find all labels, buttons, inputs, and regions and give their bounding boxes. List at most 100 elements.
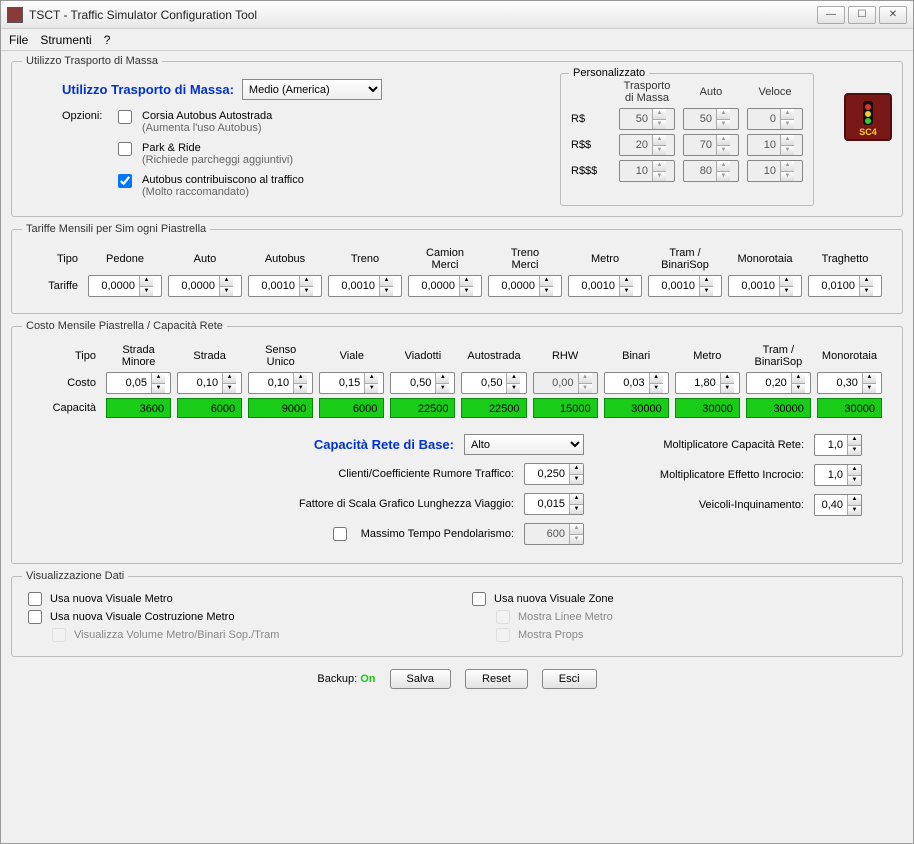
cost-spinner-0[interactable]: ▲▼ xyxy=(106,372,171,394)
cost-col: SensoUnico xyxy=(248,344,313,368)
fares-tariffe: Tariffe xyxy=(32,280,82,292)
viz-metro-build[interactable]: Usa nuova Visuale Costruzione Metro xyxy=(28,610,442,624)
fare-spinner-2[interactable]: ▲▼ xyxy=(248,275,322,297)
group-fares: Tariffe Mensili per Sim ogni Piastrella … xyxy=(11,223,903,314)
custom-r3-auto[interactable]: ▲▼ xyxy=(683,160,739,182)
backup-label: Backup: xyxy=(317,673,357,685)
cost-spinner-1[interactable]: ▲▼ xyxy=(177,372,242,394)
legend-viz: Visualizzazione Dati xyxy=(22,570,128,582)
cost-col: RHW xyxy=(533,350,598,362)
app-icon xyxy=(7,7,23,23)
cost-spinner-5[interactable]: ▲▼ xyxy=(461,372,526,394)
mult-intersection-label: Moltiplicatore Effetto Incrocio: xyxy=(614,469,804,481)
custom-r3-speed[interactable]: ▲▼ xyxy=(747,160,803,182)
custom-legend: Personalizzato xyxy=(569,67,649,79)
fare-spinner-5[interactable]: ▲▼ xyxy=(488,275,562,297)
custom-r2-speed[interactable]: ▲▼ xyxy=(747,134,803,156)
fare-spinner-1[interactable]: ▲▼ xyxy=(168,275,242,297)
opt-bus-lane-sub: (Aumenta l'uso Autobus) xyxy=(142,122,272,134)
max-commute-spinner[interactable]: ▲▼ xyxy=(524,523,584,545)
fare-spinner-4[interactable]: ▲▼ xyxy=(408,275,482,297)
fare-spinner-7[interactable]: ▲▼ xyxy=(648,275,722,297)
maximize-button[interactable]: ☐ xyxy=(848,6,876,24)
cost-spinner-4[interactable]: ▲▼ xyxy=(390,372,455,394)
cost-col: Viale xyxy=(319,350,384,362)
capacity-cell-7: 30000 xyxy=(604,398,669,418)
fares-col: Tram /BinariSop xyxy=(648,247,722,271)
cost-spinner-6[interactable]: ▲▼ xyxy=(533,372,598,394)
fares-tipo: Tipo xyxy=(32,253,82,265)
fare-spinner-8[interactable]: ▲▼ xyxy=(728,275,802,297)
row-r2: R$$ xyxy=(571,139,611,151)
base-capacity-select[interactable]: Alto xyxy=(464,434,584,455)
custom-r2-auto[interactable]: ▲▼ xyxy=(683,134,739,156)
fare-spinner-0[interactable]: ▲▼ xyxy=(88,275,162,297)
cost-spinner-7[interactable]: ▲▼ xyxy=(604,372,669,394)
noise-label: Clienti/Coefficiente Rumore Traffico: xyxy=(338,468,514,480)
group-mass-transit: Utilizzo Trasporto di Massa Utilizzo Tra… xyxy=(11,55,903,217)
custom-r1-speed[interactable]: ▲▼ xyxy=(747,108,803,130)
cost-spinner-2[interactable]: ▲▼ xyxy=(248,372,313,394)
fares-col: Auto xyxy=(168,253,242,265)
viz-props: Mostra Props xyxy=(496,628,886,642)
menu-bar: File Strumenti ? xyxy=(1,29,913,51)
row-r1: R$ xyxy=(571,113,611,125)
cost-spinner-10[interactable]: ▲▼ xyxy=(817,372,882,394)
minimize-button[interactable]: — xyxy=(817,6,845,24)
exit-button[interactable]: Esci xyxy=(542,669,597,689)
opt-park-ride-sub: (Richiede parcheggi aggiuntivi) xyxy=(142,154,293,166)
fare-spinner-3[interactable]: ▲▼ xyxy=(328,275,402,297)
fares-col: Traghetto xyxy=(808,253,882,265)
fare-spinner-6[interactable]: ▲▼ xyxy=(568,275,642,297)
scale-spinner[interactable]: ▲▼ xyxy=(524,493,584,515)
vehicle-pollution-spinner[interactable]: ▲▼ xyxy=(814,494,862,516)
capacity-cell-9: 30000 xyxy=(746,398,811,418)
custom-r2-mass[interactable]: ▲▼ xyxy=(619,134,675,156)
custom-r3-mass[interactable]: ▲▼ xyxy=(619,160,675,182)
backup-status: On xyxy=(360,673,375,685)
cost-col: Binari xyxy=(604,350,669,362)
content-area: Utilizzo Trasporto di Massa Utilizzo Tra… xyxy=(1,51,913,693)
cost-spinner-3[interactable]: ▲▼ xyxy=(319,372,384,394)
menu-help[interactable]: ? xyxy=(104,33,111,47)
cost-tipo: Tipo xyxy=(32,350,100,362)
mass-transit-select[interactable]: Medio (America) xyxy=(242,79,382,100)
opt-bus-lane-label: Corsia Autobus Autostrada xyxy=(142,110,272,122)
reset-button[interactable]: Reset xyxy=(465,669,528,689)
cost-spinner-9[interactable]: ▲▼ xyxy=(746,372,811,394)
menu-tools[interactable]: Strumenti xyxy=(40,33,91,47)
col-speed: Veloce xyxy=(747,86,803,98)
capacity-cell-10: 30000 xyxy=(817,398,882,418)
col-auto: Auto xyxy=(683,86,739,98)
viz-metro-view[interactable]: Usa nuova Visuale Metro xyxy=(28,592,442,606)
custom-r1-mass[interactable]: ▲▼ xyxy=(619,108,675,130)
menu-file[interactable]: File xyxy=(9,33,28,47)
capacity-cell-8: 30000 xyxy=(675,398,740,418)
options-label: Opzioni: xyxy=(62,110,112,122)
fares-col: Autobus xyxy=(248,253,322,265)
max-commute-checkbox[interactable] xyxy=(333,527,347,541)
footer: Backup: On Salva Reset Esci xyxy=(11,669,903,689)
fare-spinner-9[interactable]: ▲▼ xyxy=(808,275,882,297)
cost-col: Monorotaia xyxy=(817,350,882,362)
window-title: TSCT - Traffic Simulator Configuration T… xyxy=(29,8,814,22)
cost-col: Viadotti xyxy=(390,350,455,362)
capacity-cell-4: 22500 xyxy=(390,398,455,418)
opt-bus-lane-checkbox[interactable] xyxy=(118,110,132,124)
noise-spinner[interactable]: ▲▼ xyxy=(524,463,584,485)
mult-capacity-spinner[interactable]: ▲▼ xyxy=(814,434,862,456)
cost-spinner-8[interactable]: ▲▼ xyxy=(675,372,740,394)
mult-intersection-spinner[interactable]: ▲▼ xyxy=(814,464,862,486)
close-button[interactable]: ✕ xyxy=(879,6,907,24)
opt-park-ride-checkbox[interactable] xyxy=(118,142,132,156)
capacity-cell-3: 6000 xyxy=(319,398,384,418)
group-cost: Costo Mensile Piastrella / Capacità Rete… xyxy=(11,320,903,564)
opt-bus-traffic-checkbox[interactable] xyxy=(118,174,132,188)
app-window: TSCT - Traffic Simulator Configuration T… xyxy=(0,0,914,844)
viz-zone-view[interactable]: Usa nuova Visuale Zone xyxy=(472,592,886,606)
custom-r1-auto[interactable]: ▲▼ xyxy=(683,108,739,130)
cost-costo: Costo xyxy=(32,377,100,389)
fares-col: Monorotaia xyxy=(728,253,802,265)
cost-capacita: Capacità xyxy=(32,402,100,414)
save-button[interactable]: Salva xyxy=(390,669,452,689)
